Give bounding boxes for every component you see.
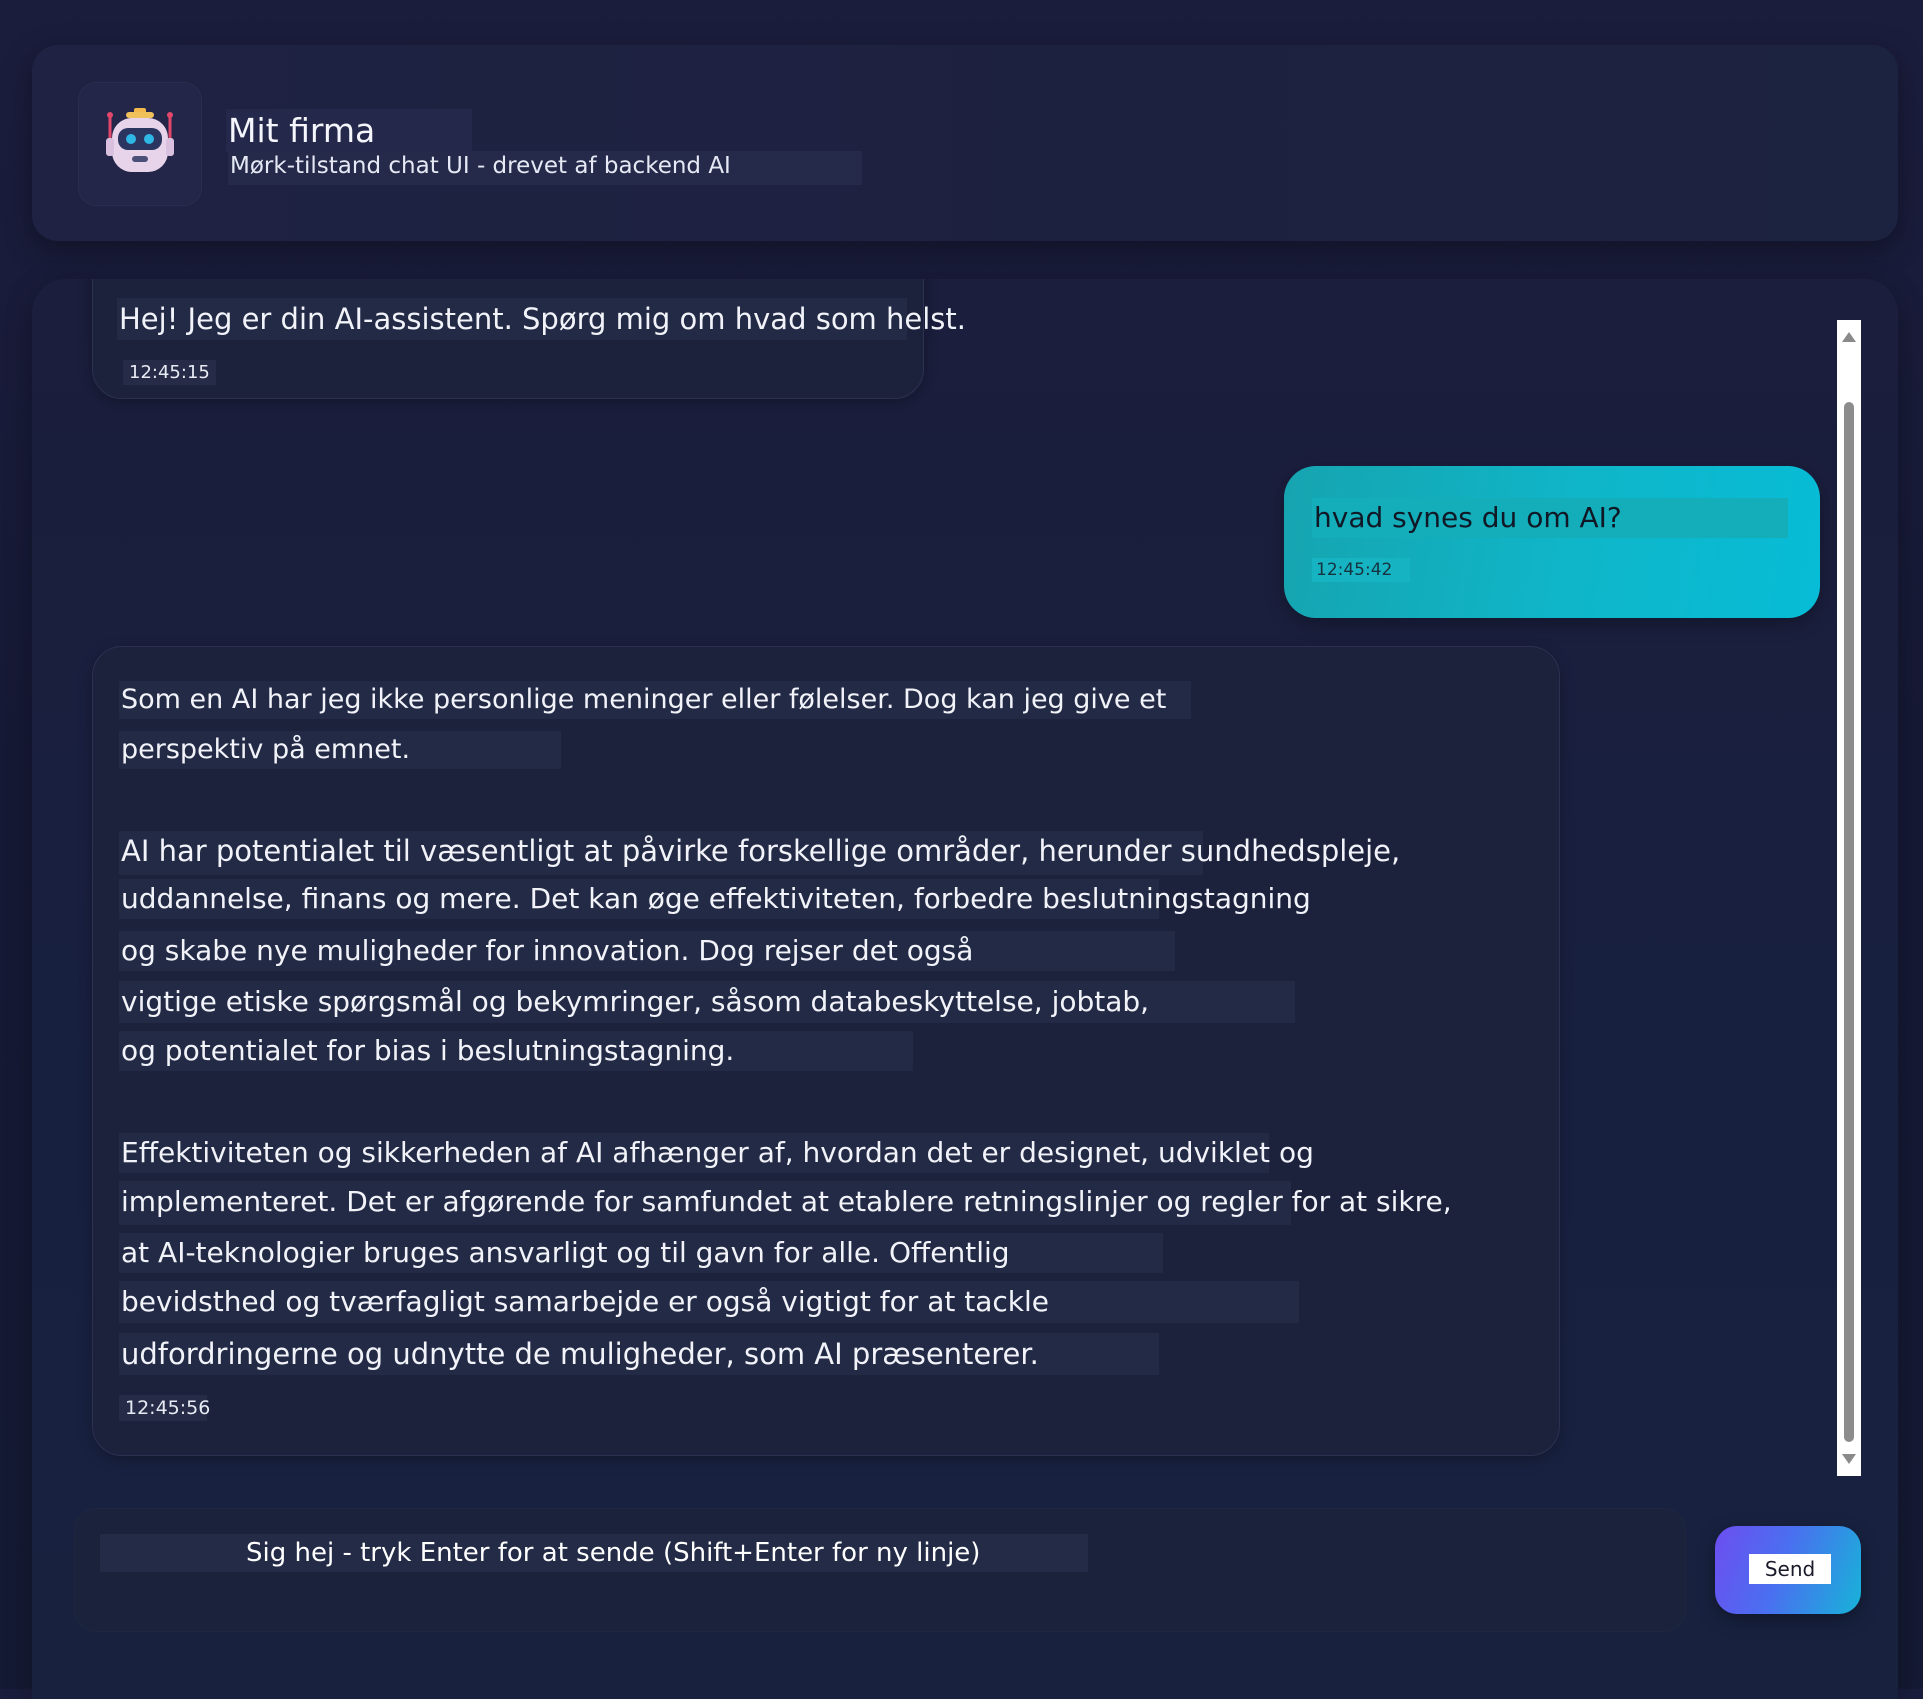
composer bbox=[74, 1508, 1686, 1632]
message-text: og skabe nye muligheder for innovation. … bbox=[121, 934, 974, 967]
message-text: vigtige etiske spørgsmål og bekymringer,… bbox=[121, 985, 1150, 1018]
send-button-label: Send bbox=[1749, 1554, 1831, 1584]
message-text: uddannelse, finans og mere. Det kan øge … bbox=[121, 882, 1311, 915]
message-text: Hej! Jeg er din AI-assistent. Spørg mig … bbox=[119, 302, 967, 336]
message-text: og potentialet for bias i beslutningstag… bbox=[121, 1034, 735, 1067]
messages-scrollbar[interactable] bbox=[1837, 320, 1861, 1476]
page-subtitle: Mørk-tilstand chat UI - drevet af backen… bbox=[228, 151, 862, 185]
assistant-message: Som en AI har jeg ikke personlige mening… bbox=[92, 646, 1560, 1456]
chat-panel: Hej! Jeg er din AI-assistent. Spørg mig … bbox=[32, 279, 1898, 1699]
message-timestamp: 12:45:56 bbox=[119, 1395, 210, 1421]
message-timestamp: 12:45:15 bbox=[123, 360, 216, 385]
message-text: at AI-teknologier bruges ansvarligt og t… bbox=[121, 1236, 1010, 1269]
page-title: Mit firma bbox=[226, 109, 472, 152]
scroll-thumb[interactable] bbox=[1844, 402, 1854, 1442]
scroll-up-arrow-icon[interactable] bbox=[1842, 332, 1856, 342]
logo bbox=[78, 82, 202, 206]
send-button[interactable]: Send bbox=[1715, 1526, 1861, 1614]
message-text: AI har potentialet til væsentligt at påv… bbox=[121, 834, 1401, 868]
user-message: hvad synes du om AI? 12:45:42 bbox=[1284, 466, 1820, 618]
message-text: hvad synes du om AI? bbox=[1312, 498, 1788, 538]
message-text: perspektiv på emnet. bbox=[121, 734, 411, 765]
message-list[interactable]: Hej! Jeg er din AI-assistent. Spørg mig … bbox=[32, 279, 1898, 1479]
assistant-message: Hej! Jeg er din AI-assistent. Spørg mig … bbox=[92, 279, 966, 399]
scroll-down-arrow-icon[interactable] bbox=[1842, 1454, 1856, 1464]
message-text: bevidsthed og tværfagligt samarbejde er … bbox=[121, 1285, 1049, 1318]
message-input[interactable] bbox=[100, 1534, 1088, 1572]
message-text: Effektiviteten og sikkerheden af AI afhæ… bbox=[121, 1136, 1314, 1169]
message-text: Som en AI har jeg ikke personlige mening… bbox=[121, 684, 1167, 715]
app-header: Mit firma Mørk-tilstand chat UI - drevet… bbox=[32, 45, 1898, 241]
robot-icon bbox=[106, 108, 174, 172]
message-text: udfordringerne og udnytte de muligheder,… bbox=[121, 1337, 1039, 1371]
message-text: implementeret. Det er afgørende for samf… bbox=[121, 1185, 1452, 1218]
message-timestamp: 12:45:42 bbox=[1312, 558, 1410, 582]
